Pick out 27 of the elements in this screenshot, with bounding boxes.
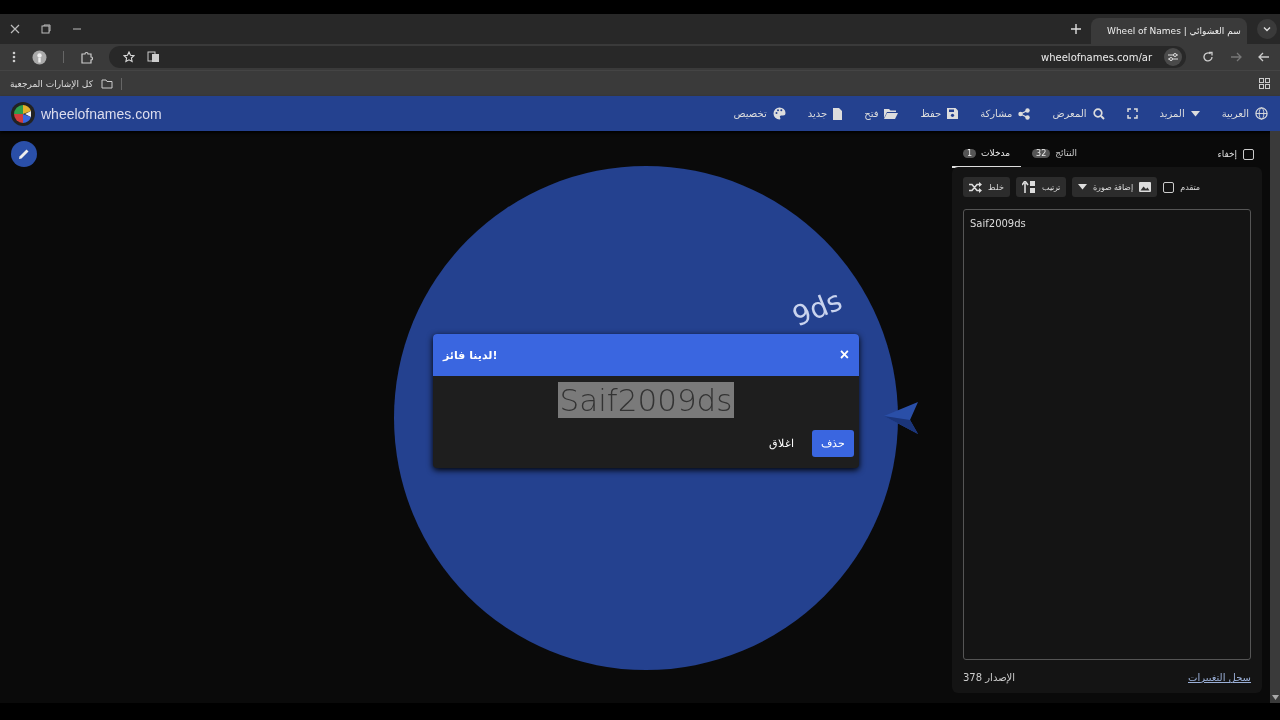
url-text[interactable]: wheelofnames.com/ar — [1041, 51, 1152, 63]
changelog-link[interactable]: سجل التغييرات — [1188, 672, 1251, 683]
version-text: الإصدار 378 — [963, 672, 1016, 683]
checkbox-label: متقدم — [1180, 182, 1201, 192]
nav-item[interactable]: المعرض — [1052, 107, 1105, 120]
logo-text[interactable]: wheelofnames.com — [41, 105, 162, 122]
close-text-button[interactable]: اغلاق — [765, 431, 798, 456]
shuffle-button[interactable]: خلط — [963, 177, 1010, 197]
sort-button[interactable]: ترتيب — [1016, 177, 1066, 197]
checkbox-label: إخفاء — [1217, 149, 1237, 159]
bookmarks-folder[interactable]: كل الإشارات المرجعية — [10, 78, 93, 89]
dialog-title: لدينا فائز! — [443, 348, 498, 362]
tab-title: Wheel of Names | سم العشوائي — [1107, 26, 1241, 36]
close-button[interactable]: × — [839, 346, 849, 364]
image-button[interactable]: إضافة صورة — [1072, 177, 1158, 197]
winner-name: Saif2009ds — [557, 382, 735, 418]
browser-tab[interactable]: Wheel of Names | سم العشوائي — [1091, 18, 1247, 44]
wheel-label: 9ds — [787, 283, 847, 334]
nav-item[interactable]: تخصيص — [733, 107, 786, 120]
nav-item[interactable]: حفظ — [920, 108, 959, 119]
nav-item[interactable]: فتح — [864, 108, 899, 119]
entries-field[interactable]: Saif2009ds — [963, 209, 1251, 660]
nav-item[interactable]: مشاركة — [980, 107, 1031, 120]
nav-item[interactable]: المزيد — [1159, 108, 1200, 119]
nav-item[interactable]: العربية — [1221, 107, 1268, 120]
nav-item[interactable]: جديد — [807, 107, 843, 120]
remove-button[interactable]: حذف — [812, 430, 854, 457]
